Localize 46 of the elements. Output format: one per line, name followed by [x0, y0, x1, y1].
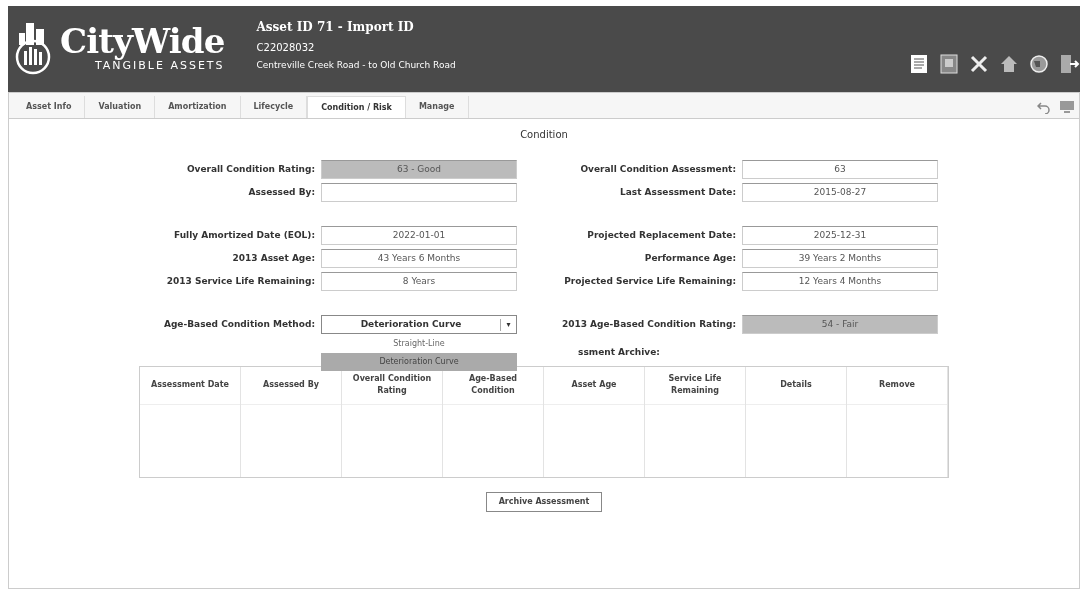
column-header: Details: [746, 366, 846, 405]
asset-location: Centreville Creek Road - to Old Church Road: [256, 59, 456, 72]
field-label: Assessed By:: [247, 185, 316, 199]
column-header: Remove: [847, 366, 947, 405]
field-label: 2013 Asset Age:: [231, 251, 316, 265]
asset-title: Asset ID 71 - Import ID: [256, 19, 415, 36]
input-field[interactable]: 2022-01-01: [321, 226, 517, 245]
dropdown[interactable]: Deterioration Curve ▾: [321, 315, 517, 334]
field-label: Projected Replacement Date:: [586, 228, 737, 242]
column-header: Assessment Date: [140, 366, 240, 405]
column-header: Assessed By: [241, 366, 341, 405]
asset-code: C22028032: [256, 41, 316, 55]
field-label: Overall Condition Assessment:: [579, 162, 737, 176]
column-header: Service Life Remaining: [645, 366, 745, 405]
field-label: Projected Service Life Remaining:: [563, 274, 737, 288]
undo-icon[interactable]: [1037, 100, 1051, 114]
field-label: Age-Based Condition Method:: [162, 317, 316, 331]
document-icon[interactable]: [938, 53, 960, 75]
field-label: Overall Condition Rating:: [185, 162, 316, 176]
column-header: Age-Based Condition: [443, 366, 543, 405]
dropdown-option[interactable]: Deterioration Curve: [321, 353, 517, 371]
archive-title: ssment Archive:: [578, 346, 660, 359]
monitor-icon[interactable]: [1059, 100, 1075, 114]
section-title: Condition: [520, 128, 568, 142]
input-field[interactable]: 2015-08-27: [742, 183, 938, 202]
input-field[interactable]: 39 Years 2 Months: [742, 249, 938, 268]
column-header: Asset Age: [544, 366, 644, 405]
input-field[interactable]: [321, 183, 517, 202]
field-label: Fully Amortized Date (EOL):: [173, 228, 316, 242]
field-label: 2013 Service Life Remaining:: [165, 274, 316, 288]
input-field[interactable]: 2025-12-31: [742, 226, 938, 245]
input-field[interactable]: 43 Years 6 Months: [321, 249, 517, 268]
input-field[interactable]: 12 Years 4 Months: [742, 272, 938, 291]
exit-icon[interactable]: [1058, 53, 1080, 75]
archive-button[interactable]: Archive Assessment: [485, 491, 603, 512]
input-field[interactable]: 63 - Good: [321, 160, 517, 179]
input-field[interactable]: 8 Years: [321, 272, 517, 291]
report-icon[interactable]: [908, 53, 930, 75]
tab[interactable]: Condition / Risk: [307, 96, 406, 118]
field-label: Last Assessment Date:: [619, 185, 737, 199]
field-label: Performance Age:: [643, 251, 737, 265]
field-label: 2013 Age-Based Condition Rating:: [560, 317, 737, 331]
brand-name: CityWide: [60, 23, 225, 58]
input-field[interactable]: 54 - Fair: [742, 315, 938, 334]
input-field[interactable]: 63: [742, 160, 938, 179]
column-header: Overall Condition Rating: [342, 366, 442, 405]
